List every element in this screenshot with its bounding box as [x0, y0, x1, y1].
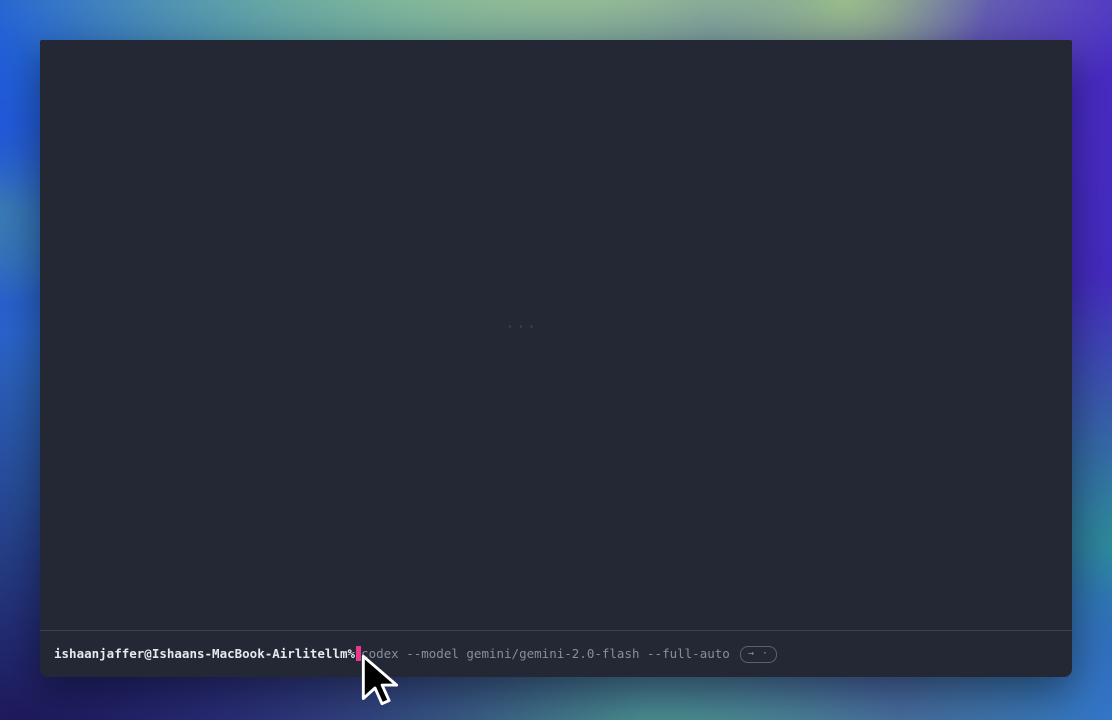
prompt-user-host: ishaanjaffer@Ishaans-MacBook-Air	[54, 648, 295, 661]
autosuggest-accept-hint: → ·	[740, 646, 777, 663]
loading-ellipsis: ···	[506, 320, 538, 335]
text-cursor	[356, 646, 361, 661]
prompt-symbol: %	[348, 648, 356, 661]
terminal-window[interactable]: ··· ishaanjaffer@Ishaans-MacBook-Air lit…	[40, 40, 1072, 677]
terminal-output-area: ···	[40, 40, 1072, 630]
command-prompt-bar[interactable]: ishaanjaffer@Ishaans-MacBook-Air litellm…	[40, 631, 1072, 677]
autosuggestion-text: codex --model gemini/gemini-2.0-flash --…	[361, 648, 730, 661]
prompt-directory: litellm	[295, 648, 348, 661]
